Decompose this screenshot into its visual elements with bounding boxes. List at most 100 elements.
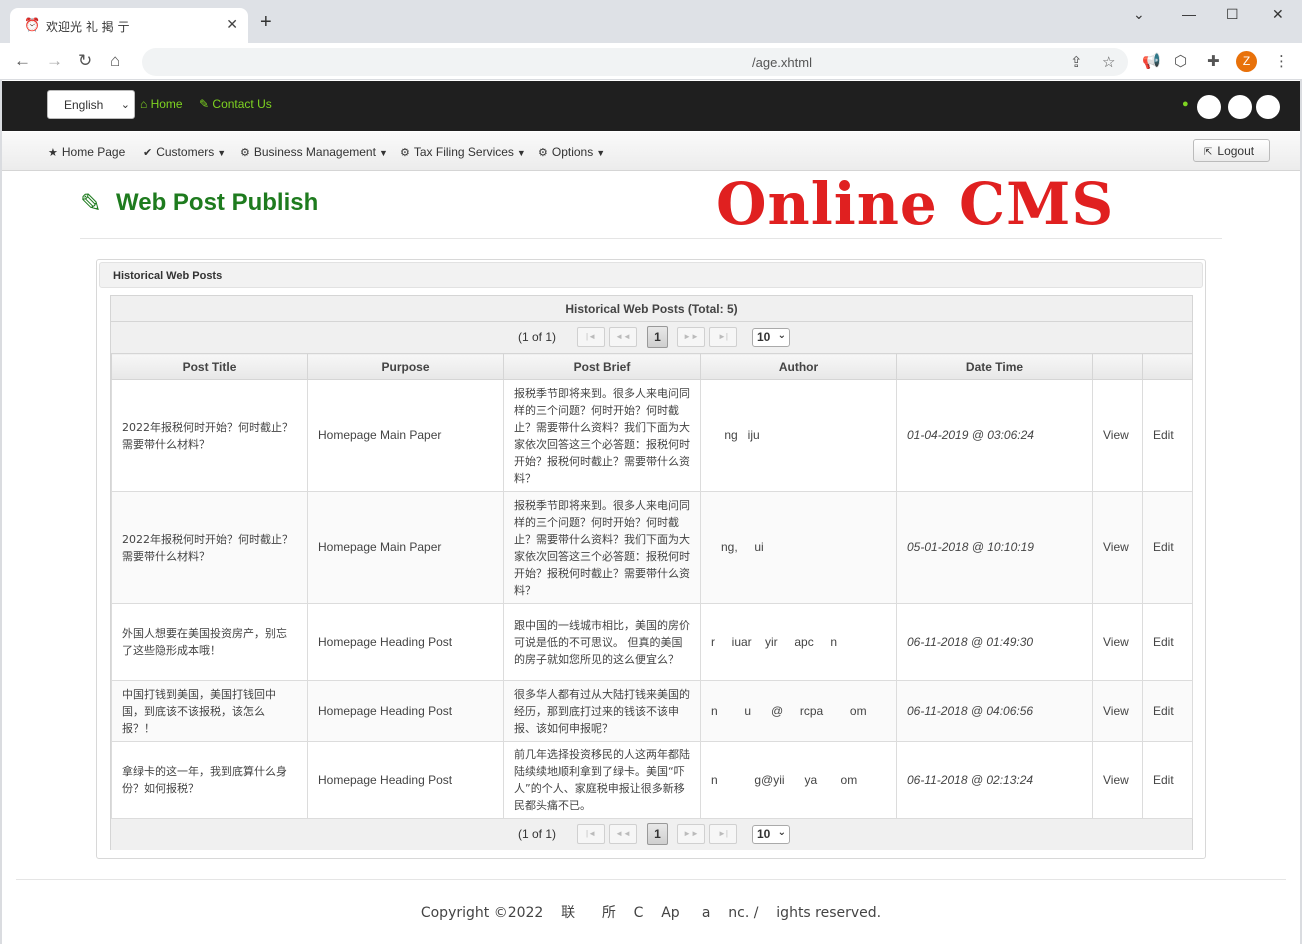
browser-menu-icon[interactable]: ⋮ <box>1274 52 1289 70</box>
datetime-cell: 01-04-2019 @ 03:06:24 <box>896 379 1093 492</box>
col-edit <box>1142 353 1193 380</box>
view-link[interactable]: View <box>1092 379 1143 492</box>
last-page-button[interactable]: ►| <box>709 327 737 347</box>
alarm-clock-icon: ⏰ <box>24 17 41 32</box>
purpose-cell: Homepage Heading Post <box>307 741 504 819</box>
prev-page-button[interactable]: ◄◄ <box>609 327 637 347</box>
home-icon: ⌂ <box>140 97 148 111</box>
language-value: English <box>64 98 104 112</box>
bookmark-star-icon[interactable]: ☆ <box>1102 53 1115 71</box>
posts-table: Post Title Purpose Post Brief Author Dat… <box>111 353 1193 819</box>
author-cell: n g@yii ya om <box>700 741 897 819</box>
menu-customers[interactable]: ✔ Customers ▼ <box>143 145 226 159</box>
purpose-cell: Homepage Heading Post <box>307 680 504 742</box>
close-tab-icon[interactable]: ✕ <box>226 16 238 33</box>
view-link[interactable]: View <box>1092 603 1143 681</box>
language-select[interactable]: English ⌄ <box>47 90 135 119</box>
rows-per-page-select[interactable]: 10 ⌄ <box>752 825 790 844</box>
check-circle-icon: ✔ <box>143 147 153 159</box>
col-date-time[interactable]: Date Time <box>896 353 1093 380</box>
col-post-brief[interactable]: Post Brief <box>503 353 701 380</box>
edit-square-icon: ✎ <box>80 188 102 218</box>
posts-datatable: Historical Web Posts (Total: 5) (1 of 1)… <box>110 295 1193 850</box>
chevron-down-icon: ⌄ <box>777 330 786 341</box>
home-icon[interactable]: ⌂ <box>110 51 120 71</box>
cube-extension-icon[interactable]: ⬡ <box>1174 52 1187 70</box>
menu-customers-label: Customers <box>156 145 215 159</box>
historical-posts-panel: Historical Web Posts Historical Web Post… <box>96 259 1206 859</box>
new-tab-icon[interactable]: + <box>260 12 272 32</box>
post-brief-cell: 报税季节即将来到。很多人来电问同样的三个问题？何时开始？何时截止？需要带什么资料… <box>503 491 701 604</box>
reload-icon[interactable]: ↻ <box>78 51 92 71</box>
megaphone-extension-icon[interactable]: 📢 <box>1142 52 1161 70</box>
contact-link[interactable]: ✎ Contact Us <box>199 97 272 111</box>
caret-down-icon: ▼ <box>596 148 606 158</box>
home-link[interactable]: ⌂ Home <box>140 97 183 111</box>
menu-options[interactable]: ⚙ Options ▼ <box>538 145 605 159</box>
edit-link[interactable]: Edit <box>1142 379 1193 492</box>
post-brief-cell: 报税季节即将来到。很多人来电问同样的三个问题？何时开始？何时截止？需要带什么资料… <box>503 379 701 492</box>
table-row[interactable]: 2022年报税何时开始？何时截止？需要带什么材料？ Homepage Main … <box>111 491 1193 604</box>
edit-link[interactable]: Edit <box>1142 603 1193 681</box>
menu-business-management[interactable]: ⚙ Business Management ▼ <box>240 145 388 159</box>
star-icon: ★ <box>48 147 58 159</box>
window-frame-left <box>0 80 2 944</box>
col-purpose[interactable]: Purpose <box>307 353 504 380</box>
table-row[interactable]: 拿绿卡的这一年，我到底算什么身份？如何报税？ Homepage Heading … <box>111 741 1193 819</box>
back-icon[interactable]: ← <box>14 51 31 71</box>
col-author[interactable]: Author <box>700 353 897 380</box>
page-1-button[interactable]: 1 <box>647 823 668 845</box>
table-row[interactable]: 中国打钱到美国，美国打钱回中国，到底该不该报税，该怎么报？！ Homepage … <box>111 680 1193 742</box>
post-brief-cell: 前几年选择投资移民的人这两年都陆陆续续地顺利拿到了绿卡。美国“吓人”的个人、家庭… <box>503 741 701 819</box>
close-window-icon[interactable]: ✕ <box>1272 6 1284 23</box>
user-icon: ● <box>1182 98 1189 110</box>
caret-down-icon: ▼ <box>217 148 227 158</box>
maximize-icon[interactable]: ☐ <box>1226 6 1239 23</box>
panel-header[interactable]: Historical Web Posts <box>99 262 1203 288</box>
menu-tax-filing-services[interactable]: ⚙ Tax Filing Services ▼ <box>400 145 526 159</box>
share-icon[interactable]: ⇪ <box>1070 53 1083 71</box>
table-row[interactable]: 2022年报税何时开始？何时截止？需要带什么材料？ Homepage Main … <box>111 379 1193 492</box>
page-title: ✎ Web Post Publish <box>80 188 318 219</box>
browser-toolbar: ← → ↻ ⌂ /age.xhtml ⇪ ☆ 📢 ⬡ ✚ Z ⋮ <box>0 43 1302 80</box>
home-link-label: Home <box>150 97 183 111</box>
gear-icon: ⚙ <box>240 147 250 159</box>
menu-home-page[interactable]: ★ Home Page <box>48 145 125 159</box>
paginator-top: (1 of 1) |◄ ◄◄ 1 ►► ►| 10 ⌄ <box>111 322 1192 353</box>
last-page-button[interactable]: ►| <box>709 824 737 844</box>
edit-link[interactable]: Edit <box>1142 680 1193 742</box>
edit-link[interactable]: Edit <box>1142 741 1193 819</box>
tab-search-chevron-icon[interactable]: ⌄ <box>1133 6 1145 23</box>
minimize-icon[interactable]: — <box>1182 6 1196 22</box>
view-link[interactable]: View <box>1092 680 1143 742</box>
gear-icon: ⚙ <box>400 147 410 159</box>
col-post-title[interactable]: Post Title <box>111 353 308 380</box>
extensions-puzzle-icon[interactable]: ✚ <box>1207 52 1220 70</box>
address-bar[interactable]: /age.xhtml ⇪ ☆ <box>142 48 1128 76</box>
next-page-button[interactable]: ►► <box>677 824 705 844</box>
next-page-button[interactable]: ►► <box>677 327 705 347</box>
browser-tab[interactable]: ⏰ 欢迎光 礼 掲 亍 ✕ <box>10 8 248 43</box>
purpose-cell: Homepage Heading Post <box>307 603 504 681</box>
view-link[interactable]: View <box>1092 491 1143 604</box>
rows-per-page-select[interactable]: 10 ⌄ <box>752 328 790 347</box>
menu-home-page-label: Home Page <box>61 145 126 159</box>
table-header-row: Post Title Purpose Post Brief Author Dat… <box>111 353 1193 380</box>
profile-avatar[interactable]: Z <box>1236 51 1257 72</box>
gear-icon: ⚙ <box>538 147 548 159</box>
edit-link[interactable]: Edit <box>1142 491 1193 604</box>
rows-per-page-value: 10 <box>757 827 771 841</box>
rows-per-page-value: 10 <box>757 330 771 344</box>
url-text: /age.xhtml <box>752 55 812 70</box>
first-page-button[interactable]: |◄ <box>577 824 605 844</box>
prev-page-button[interactable]: ◄◄ <box>609 824 637 844</box>
first-page-button[interactable]: |◄ <box>577 327 605 347</box>
page-report: (1 of 1) <box>518 330 557 344</box>
page-1-button[interactable]: 1 <box>647 326 668 348</box>
logout-button[interactable]: ⇱ Logout <box>1193 139 1270 162</box>
purpose-cell: Homepage Main Paper <box>307 491 504 604</box>
forward-icon[interactable]: → <box>46 51 63 71</box>
table-row[interactable]: 外国人想要在美国投资房产，别忘了这些隐形成本哦！ Homepage Headin… <box>111 603 1193 681</box>
browser-tabstrip: ⏰ 欢迎光 礼 掲 亍 ✕ + ⌄ — ☐ ✕ <box>0 0 1302 43</box>
view-link[interactable]: View <box>1092 741 1143 819</box>
